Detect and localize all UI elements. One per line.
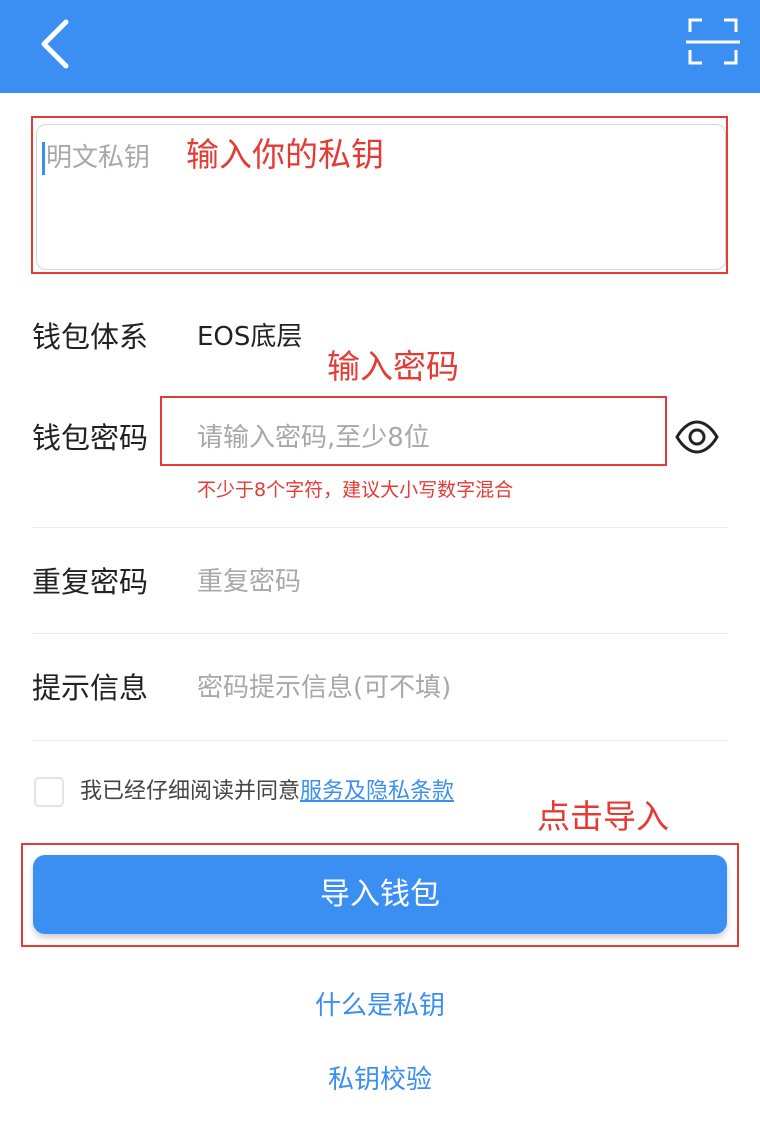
toggle-password-visibility[interactable]	[674, 418, 720, 456]
annotation-enter-password: 输入密码	[327, 347, 459, 386]
terms-link[interactable]: 服务及隐私条款	[300, 779, 454, 804]
annotation-password-frame	[160, 396, 667, 466]
repeat-password-label: 重复密码	[32, 565, 149, 599]
agreement-prefix: 我已经仔细阅读并同意	[80, 779, 301, 804]
what-is-private-key-link[interactable]: 什么是私钥	[0, 988, 760, 1024]
password-label: 钱包密码	[32, 421, 149, 455]
wallet-system-value: EOS底层	[197, 322, 303, 352]
password-hint: 不少于8个字符，建议大小写数字混合	[197, 479, 514, 501]
password-tip-label: 提示信息	[32, 671, 149, 705]
repeat-password-input[interactable]: 重复密码	[197, 562, 301, 602]
divider	[32, 633, 728, 634]
private-key-check-link[interactable]: 私钥校验	[0, 1062, 760, 1098]
top-bar	[0, 0, 760, 93]
scan-button[interactable]	[684, 16, 742, 68]
wallet-system-label: 钱包体系	[32, 320, 149, 354]
scan-frame-icon	[686, 18, 740, 65]
annotation-import-frame	[21, 843, 739, 947]
annotation-enter-key: 输入你的私钥	[186, 135, 384, 174]
chevron-left-icon	[41, 19, 69, 69]
agree-checkbox[interactable]	[34, 777, 64, 807]
eye-icon	[675, 420, 719, 454]
agreement-text: 我已经仔细阅读并同意服务及隐私条款	[80, 776, 454, 808]
annotation-click-import: 点击导入	[537, 797, 669, 836]
divider	[32, 740, 728, 741]
divider	[32, 527, 728, 528]
back-button[interactable]	[30, 12, 86, 76]
password-tip-input[interactable]: 密码提示信息(可不填)	[197, 668, 451, 708]
